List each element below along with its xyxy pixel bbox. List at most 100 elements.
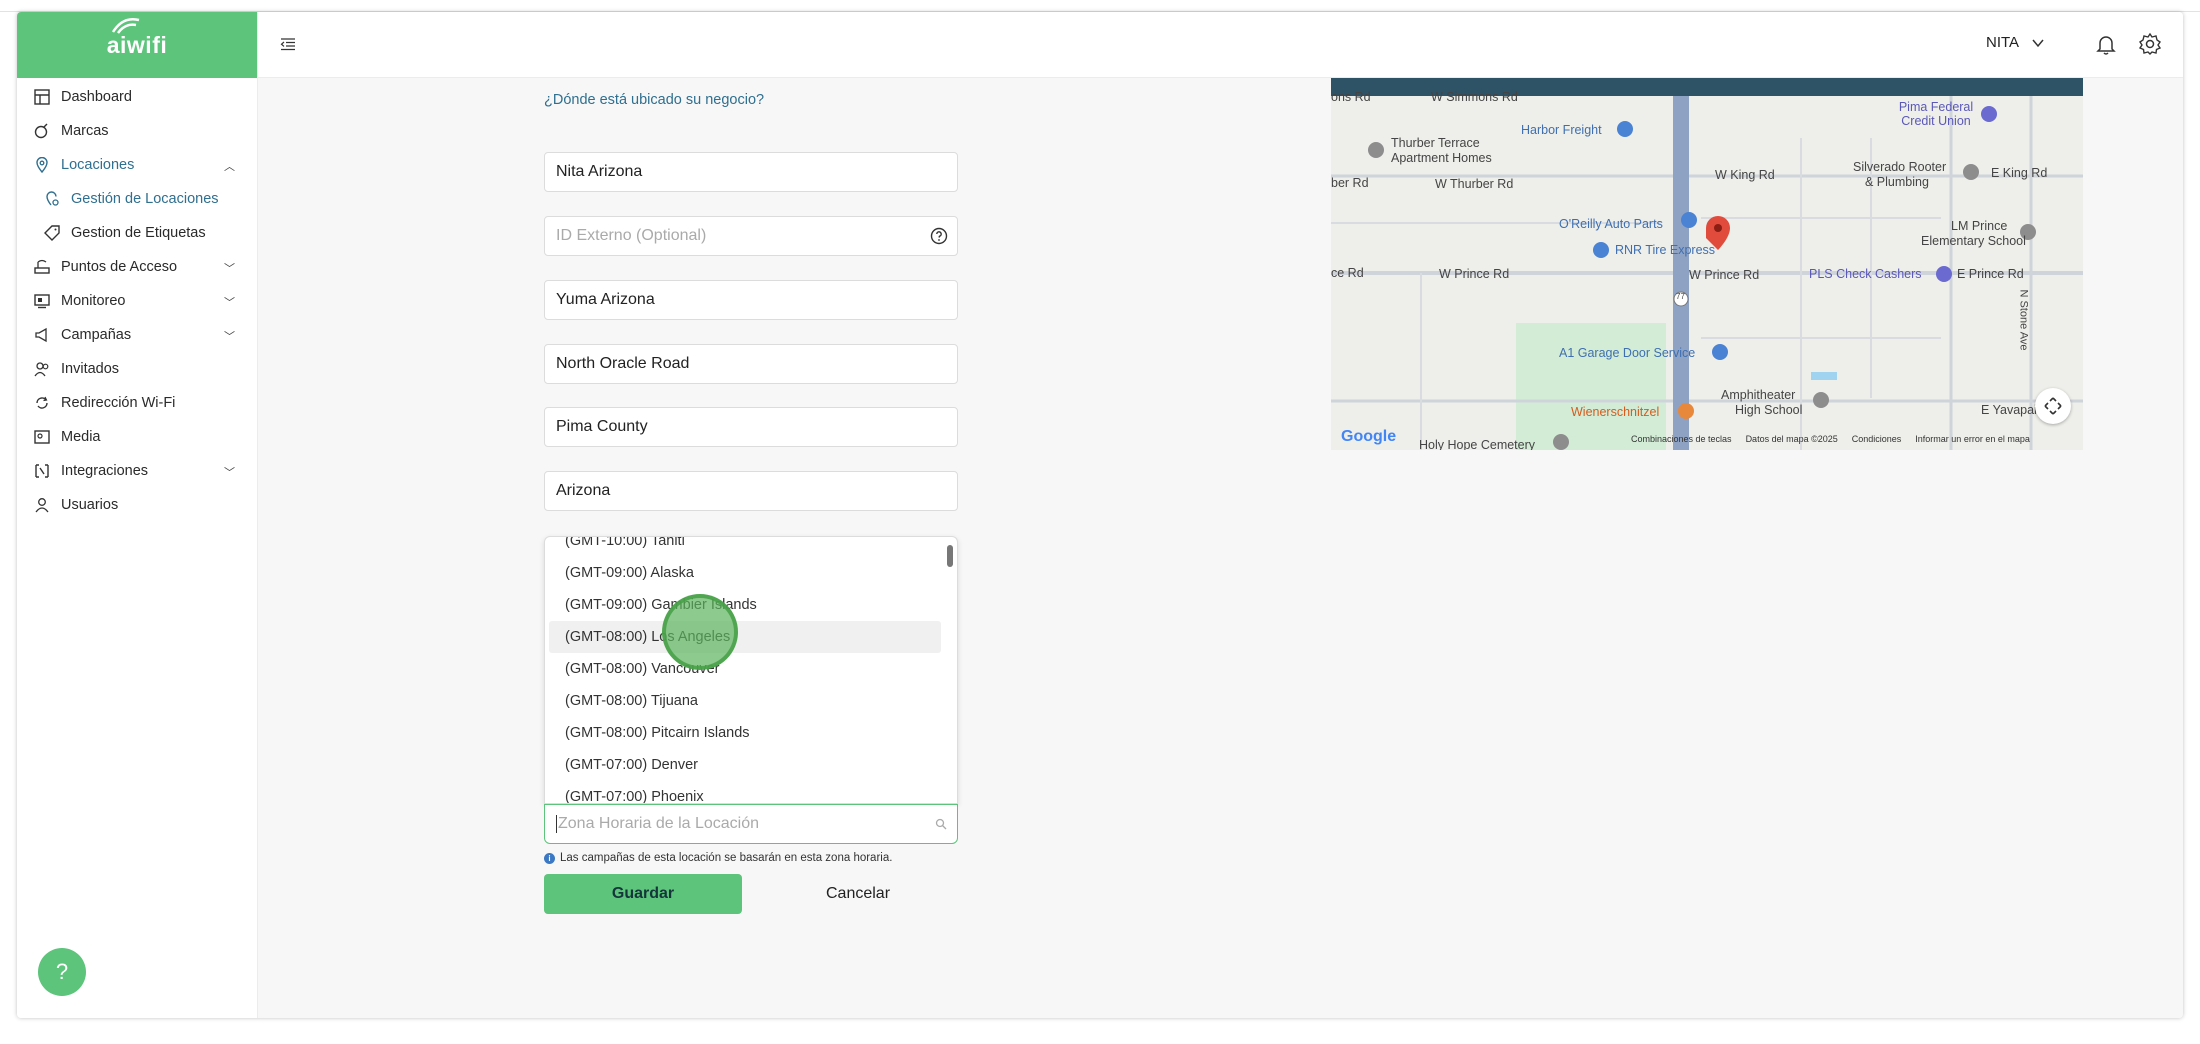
timezone-option[interactable]: (GMT-07:00) Phoenix [549,781,941,803]
timezone-options: (GMT-10:00) Tahiti (GMT-09:00) Alaska (G… [545,537,945,803]
sidebar-item-redireccion[interactable]: Redirección Wi-Fi [17,386,257,420]
timezone-option[interactable]: (GMT-07:00) Denver [549,749,941,781]
sidebar-item-label: Integraciones [61,463,149,479]
logo[interactable]: aiwifi [17,12,257,78]
timezone-option[interactable]: (GMT-10:00) Tahiti [549,537,941,557]
sidebar-item-gestion-etiquetas[interactable]: Gestion de Etiquetas [17,216,257,250]
sidebar-nav: Dashboard Marcas Locaciones ︿ Gestión de… [17,78,257,522]
timezone-dropdown[interactable]: (GMT-10:00) Tahiti (GMT-09:00) Alaska (G… [544,536,958,804]
question-circle-icon[interactable] [930,227,948,245]
sidebar-item-label: Marcas [61,123,109,139]
chevron-down-icon: ﹀ [224,467,235,479]
map-keyboard-shortcuts[interactable]: Combinaciones de teclas [1631,434,1732,444]
gear-icon[interactable] [2138,32,2162,56]
city-field[interactable]: Yuma Arizona [544,280,958,320]
sidebar-item-gestion-locaciones[interactable]: Gestión de Locaciones [17,182,257,216]
external-id-placeholder: ID Externo (Optional) [556,227,707,244]
timezone-option[interactable]: (GMT-08:00) Vancouver [549,653,941,685]
cancel-button[interactable]: Cancelar [778,874,938,914]
map-label: Amphitheater [1721,388,1796,402]
sidebar-item-label: Campañas [61,327,132,343]
sidebar-item-label: Redirección Wi-Fi [61,395,176,411]
user-menu[interactable]: NITA [1986,34,2045,51]
sidebar-item-campanas[interactable]: Campañas ﹀ [17,318,257,352]
map-fullscreen-button[interactable] [2035,388,2071,424]
map-label: W Prince Rd [1689,268,1760,282]
monitor-icon [33,292,51,310]
user-name: NITA [1986,34,2020,51]
timezone-option[interactable]: (GMT-08:00) Pitcairn Islands [549,717,941,749]
map-label: RNR Tire Express [1615,243,1716,257]
chevron-down-icon [2032,39,2044,47]
sidebar-item-label: Dashboard [61,89,132,105]
sidebar-item-label: Monitoreo [61,293,126,309]
dashboard-icon [33,88,51,106]
menu-collapse-icon[interactable] [280,36,296,52]
state-field[interactable]: Arizona [544,471,958,511]
map-label: ons Rd [1331,90,1371,104]
map-label: W Simmons Rd [1431,90,1518,104]
state-value: Arizona [556,482,611,499]
name-field[interactable]: Nita Arizona [544,152,958,192]
timezone-option[interactable]: (GMT-09:00) Gambier Islands [549,589,941,621]
map-label: ber Rd [1331,176,1369,190]
chevron-down-icon: ﹀ [224,263,235,275]
map-label: N Stone Ave [2017,289,2030,351]
location-pin-icon [33,156,51,174]
media-icon [33,428,51,446]
map-label: W King Rd [1715,168,1775,182]
sidebar-item-invitados[interactable]: Invitados [17,352,257,386]
sidebar-item-media[interactable]: Media [17,420,257,454]
timezone-option[interactable]: (GMT-08:00) Tijuana [549,685,941,717]
sidebar-item-locaciones[interactable]: Locaciones ︿ [17,148,257,182]
map-terms-link[interactable]: Condiciones [1852,434,1902,444]
sidebar-item-dashboard[interactable]: Dashboard [17,80,257,114]
sidebar-item-label: Gestión de Locaciones [71,191,219,207]
sidebar-item-marcas[interactable]: Marcas [17,114,257,148]
location-map[interactable]: ons Rd W Simmons Rd Harbor Freight Pima … [1331,78,2083,450]
map-label: PLS Check Cashers [1809,267,1922,281]
name-value: Nita Arizona [556,163,643,180]
save-button[interactable]: Guardar [544,874,742,914]
top-header: NITA [258,12,2183,78]
timezone-search-input[interactable]: Zona Horaria de la Locación [544,804,958,844]
window-top-border [0,0,2200,12]
map-label: W Prince Rd [1439,267,1510,281]
dropdown-scrollbar[interactable] [947,545,953,567]
text-caret [556,815,557,833]
county-field[interactable]: Pima County [544,407,958,447]
sidebar-item-integraciones[interactable]: Integraciones ﹀ [17,454,257,488]
info-text: Las campañas de esta locación se basarán… [560,852,893,864]
map-label: & Plumbing [1865,175,1929,189]
external-id-field[interactable]: ID Externo (Optional) [544,216,958,256]
user-icon [33,496,51,514]
wifi-wave-icon [111,17,140,34]
bell-icon[interactable] [2094,32,2118,56]
map-label: Harbor Freight [1521,123,1602,137]
map-label: Thurber Terrace [1391,136,1480,150]
fullscreen-icon [2044,397,2062,415]
timezone-info: i Las campañas de esta locación se basar… [544,852,892,864]
help-label: ? [55,959,69,984]
redirect-icon [33,394,51,412]
chevron-up-icon: ︿ [224,161,235,173]
google-wordmark: Google [1341,428,1397,445]
router-icon [33,258,51,276]
tag-icon [33,122,51,140]
timezone-option[interactable]: (GMT-09:00) Alaska [549,557,941,589]
integration-icon [33,462,51,480]
street-field[interactable]: North Oracle Road [544,344,958,384]
map-label: Pima Federal Credit Union [1898,100,1974,128]
sidebar-item-puntos-acceso[interactable]: Puntos de Acceso ﹀ [17,250,257,284]
help-button[interactable]: ? [38,948,86,996]
timezone-option[interactable]: (GMT-08:00) Los Angeles [549,621,941,653]
county-value: Pima County [556,418,648,435]
sidebar-item-label: Gestion de Etiquetas [71,225,206,241]
timezone-placeholder: Zona Horaria de la Locación [558,815,760,832]
sidebar-item-usuarios[interactable]: Usuarios [17,488,257,522]
map-report-error-link[interactable]: Informar un error en el mapa [1915,434,2030,444]
logo-text: aiwifi [107,17,168,59]
sidebar-item-label: Invitados [61,361,120,377]
google-logo: Google [1341,428,1396,446]
sidebar-item-monitoreo[interactable]: Monitoreo ﹀ [17,284,257,318]
